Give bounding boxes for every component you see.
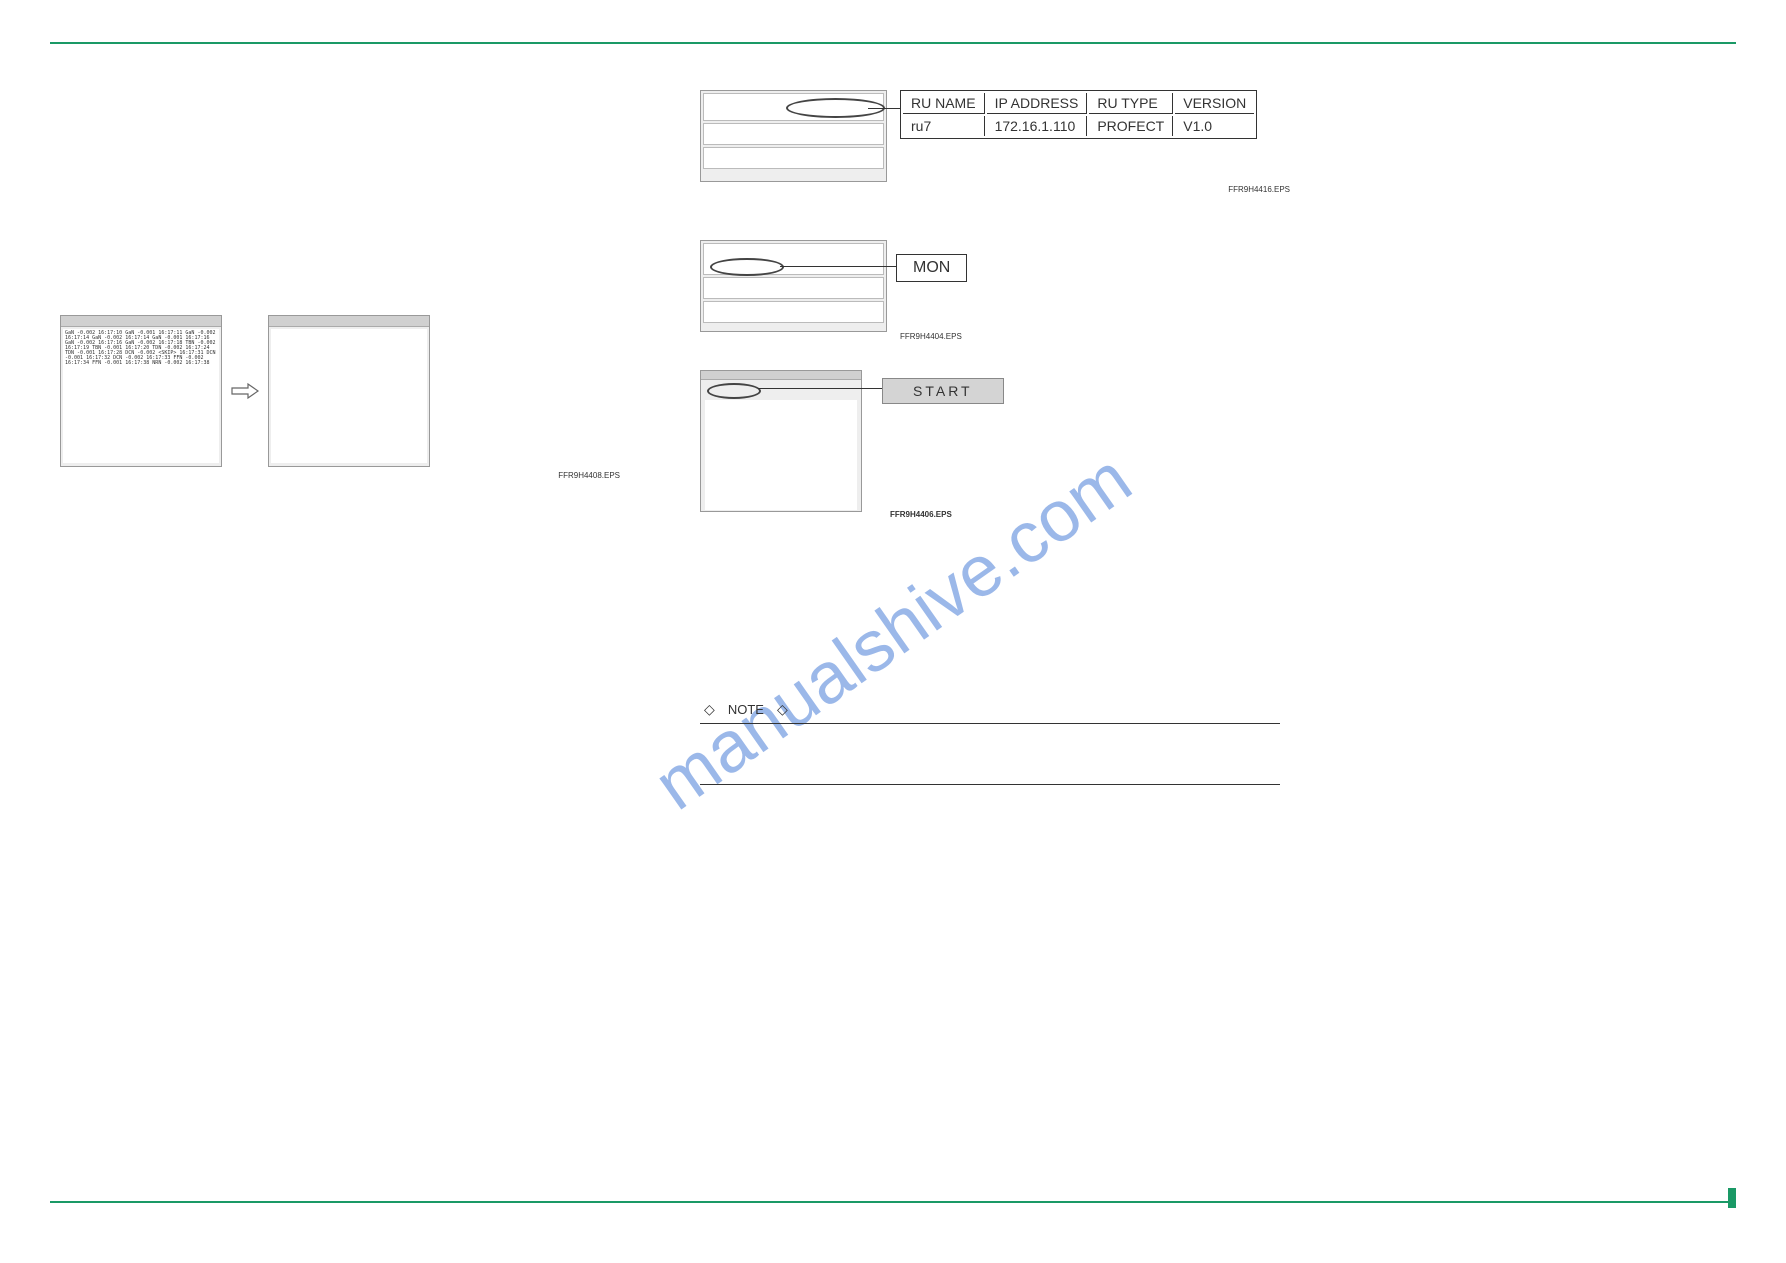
figure-ref: FFR9H4406.EPS [890, 510, 952, 519]
cell: 172.16.1.110 [987, 116, 1088, 136]
header-cell: VERSION [1175, 93, 1254, 114]
figure-mon: MON FFR9H4404.EPS [700, 240, 1300, 350]
window-titlebar [701, 371, 861, 380]
table-header-row: RU NAME IP ADDRESS RU TYPE VERSION [903, 93, 1254, 114]
highlight-oval [707, 383, 761, 399]
note-divider [700, 723, 1280, 724]
blank-panel [705, 400, 857, 510]
note-header: ◇ NOTE ◇ [700, 700, 1280, 719]
diamond-icon: ◇ [704, 701, 715, 717]
dialog-section [703, 147, 884, 169]
manual-page: manualshive.com GaN -0.002 16:17:10 GaN … [0, 0, 1786, 1263]
cell: ru7 [903, 116, 985, 136]
figure-start: START FFR9H4406.EPS [700, 370, 1300, 525]
window-titlebar [61, 316, 221, 327]
note-divider [700, 784, 1280, 785]
figure-ref: FFR9H4416.EPS [1228, 185, 1290, 194]
highlight-oval [710, 258, 784, 276]
figure-ru-settings: RU NAME IP ADDRESS RU TYPE VERSION ru7 1… [700, 90, 1300, 200]
figure-ref: FFR9H4404.EPS [900, 332, 962, 341]
log-window-after [268, 315, 430, 467]
ru-info-table: RU NAME IP ADDRESS RU TYPE VERSION ru7 1… [900, 90, 1257, 139]
bottom-rule [50, 1201, 1736, 1203]
header-cell: RU NAME [903, 93, 985, 114]
note-block: ◇ NOTE ◇ [700, 700, 1280, 785]
empty-log-content [271, 329, 427, 463]
window-titlebar [269, 316, 429, 327]
log-content: GaN -0.002 16:17:10 GaN -0.001 16:17:11 … [63, 329, 219, 463]
arrow-right-icon [230, 381, 260, 401]
dialog-section [703, 301, 884, 323]
header-cell: IP ADDRESS [987, 93, 1088, 114]
dialog-section [703, 93, 884, 121]
table-row: ru7 172.16.1.110 PROFECT V1.0 [903, 116, 1254, 136]
before-after-figure: GaN -0.002 16:17:10 GaN -0.001 16:17:11 … [60, 315, 620, 467]
page-marker [1728, 1188, 1736, 1208]
settings-dialog [700, 240, 887, 332]
dialog-section [703, 123, 884, 145]
figure-ref: FFR9H4408.EPS [60, 471, 620, 480]
dialog-section [703, 277, 884, 299]
right-column: RU NAME IP ADDRESS RU TYPE VERSION ru7 1… [700, 90, 1300, 545]
top-rule [50, 42, 1736, 44]
start-window [700, 370, 862, 512]
cell: PROFECT [1089, 116, 1173, 136]
start-button[interactable]: START [882, 378, 1004, 404]
log-window-before: GaN -0.002 16:17:10 GaN -0.001 16:17:11 … [60, 315, 222, 467]
left-column: GaN -0.002 16:17:10 GaN -0.001 16:17:11 … [60, 130, 620, 480]
mon-label: MON [896, 254, 967, 282]
callout-line [868, 108, 904, 109]
callout-line [758, 388, 884, 389]
dialog-section [703, 243, 884, 275]
note-label: NOTE [722, 700, 770, 719]
header-cell: RU TYPE [1089, 93, 1173, 114]
diamond-icon: ◇ [777, 701, 788, 717]
callout-line [780, 266, 898, 267]
cell: V1.0 [1175, 116, 1254, 136]
settings-dialog [700, 90, 887, 182]
